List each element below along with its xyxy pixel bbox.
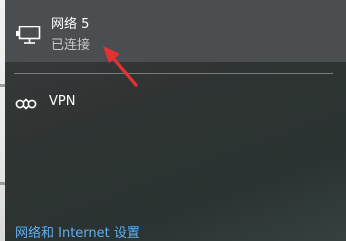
network-settings-link[interactable]: 网络和 Internet 设置 [15,222,140,241]
network-flyout: 网络 5 已连接 VPN 网络和 Internet 设置 [0,0,346,241]
annotation-arrow-icon [103,46,138,87]
